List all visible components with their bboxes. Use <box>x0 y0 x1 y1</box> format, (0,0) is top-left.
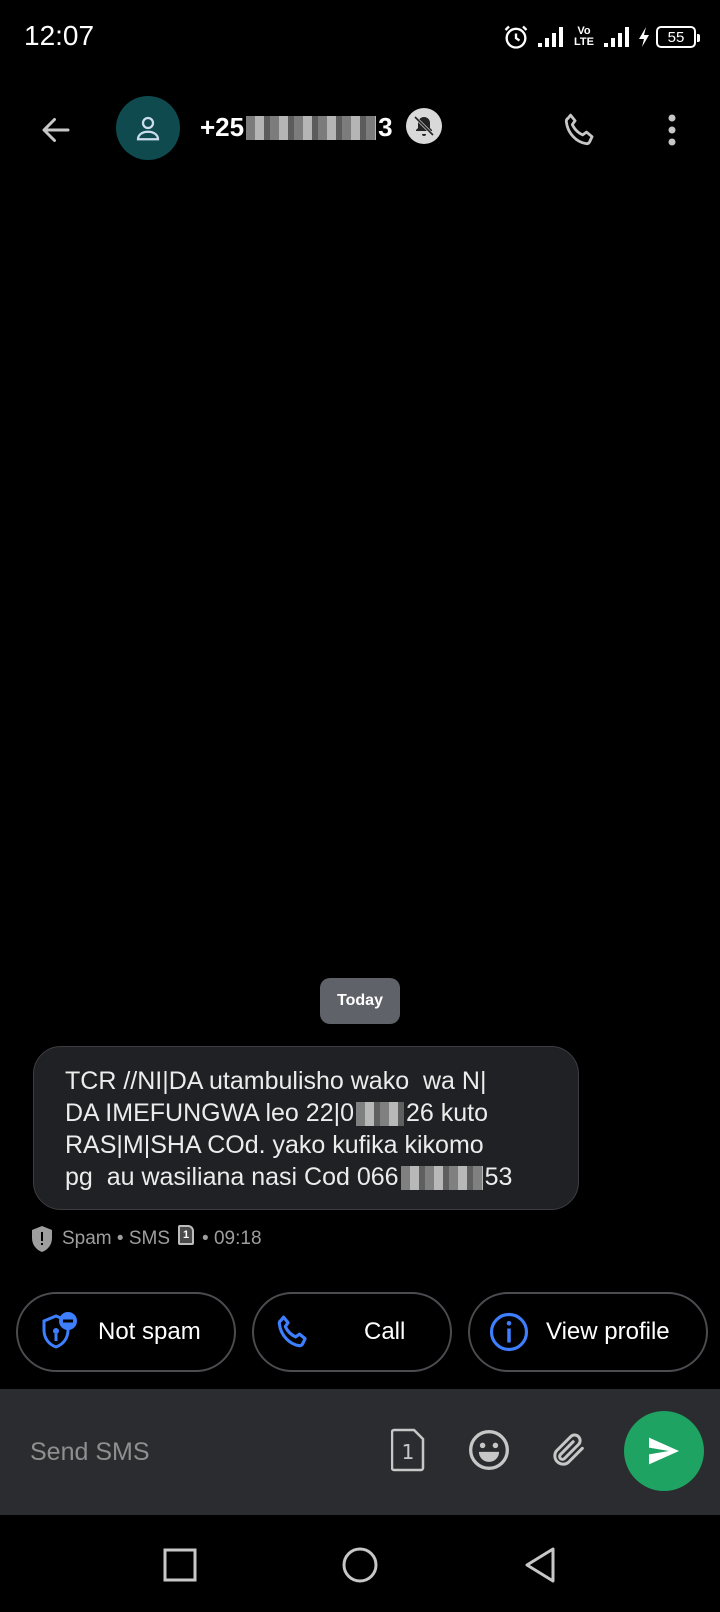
paperclip-icon <box>553 1433 584 1466</box>
sim-select-button[interactable]: 1 <box>388 1425 428 1475</box>
circle-icon <box>342 1547 378 1583</box>
contact-prefix: +25 <box>200 112 245 142</box>
triangle-back-icon <box>525 1547 555 1583</box>
emoji-icon <box>469 1430 509 1470</box>
message-bubble[interactable]: TCR //NI|DA utambulisho wako wa N| DA IM… <box>33 1046 579 1210</box>
contact-suffix: 3 <box>378 112 393 142</box>
contact-name[interactable]: +25 3 <box>200 112 393 143</box>
message-line-1: TCR //NI|DA utambulisho wako wa N| <box>65 1067 487 1095</box>
signal-icon-2 <box>604 27 629 47</box>
redacted-text <box>400 1166 483 1191</box>
recents-button[interactable] <box>152 1537 208 1593</box>
not-spam-chip[interactable]: Not spam <box>16 1292 236 1372</box>
alarm-icon <box>504 25 528 49</box>
message-input[interactable] <box>30 1427 370 1477</box>
not-spam-label: Not spam <box>98 1318 201 1345</box>
status-icons: Vo LTE 55 <box>502 22 700 52</box>
view-profile-label: View profile <box>546 1318 670 1345</box>
arrow-back-icon <box>42 118 70 142</box>
attach-button[interactable] <box>544 1425 594 1475</box>
nav-back-button[interactable] <box>512 1537 568 1593</box>
avatar[interactable] <box>116 96 180 160</box>
charging-icon <box>639 27 649 47</box>
back-button[interactable] <box>28 102 84 158</box>
battery-icon: 55 <box>656 26 700 48</box>
sim-icon: 1 <box>178 1225 195 1245</box>
sim-card-icon: 1 <box>391 1428 425 1472</box>
message-time: • 09:18 <box>202 1228 262 1249</box>
signal-icon <box>538 27 563 47</box>
view-profile-chip[interactable]: View profile <box>468 1292 708 1372</box>
compose-bar: 1 <box>0 1389 720 1515</box>
svg-text:1: 1 <box>402 1440 415 1464</box>
message-line-2: DA IMEFUNGWA leo 22|0 26 kuto <box>65 1099 489 1127</box>
spam-sms-label: Spam • SMS <box>62 1228 171 1249</box>
status-bar: 12:07 Vo LTE 55 <box>0 0 720 72</box>
system-navigation-bar <box>0 1515 720 1612</box>
more-vert-icon <box>668 114 676 146</box>
call-label: Call <box>364 1318 406 1345</box>
person-icon <box>136 116 160 141</box>
notifications-off-icon <box>406 108 442 144</box>
call-button[interactable] <box>552 102 608 158</box>
send-button[interactable] <box>624 1411 704 1491</box>
message-line-3: RAS|M|SHA COd. yako kufika kikomo <box>65 1131 484 1159</box>
status-time: 12:07 <box>24 20 95 51</box>
date-divider: Today <box>320 978 400 1024</box>
square-icon <box>163 1548 197 1582</box>
conversation-header: +25 3 <box>0 88 720 168</box>
send-icon <box>649 1437 679 1465</box>
info-icon <box>488 1311 530 1353</box>
volte-icon: Vo LTE <box>574 25 594 48</box>
shield-icon <box>32 1226 52 1252</box>
message-meta: Spam • SMS 1 • 09:18 <box>30 1224 262 1254</box>
redacted-digits <box>246 115 377 140</box>
redacted-text <box>356 1102 404 1127</box>
shield-minus-icon <box>38 1310 82 1354</box>
emoji-button[interactable] <box>464 1425 514 1475</box>
phone-icon <box>564 113 594 146</box>
message-line-4: pg au wasiliana nasi Cod 066 53 <box>65 1163 513 1191</box>
call-chip[interactable]: Call <box>252 1292 452 1372</box>
home-button[interactable] <box>332 1537 388 1593</box>
phone-icon <box>272 1311 314 1353</box>
more-options-button[interactable] <box>648 102 696 158</box>
